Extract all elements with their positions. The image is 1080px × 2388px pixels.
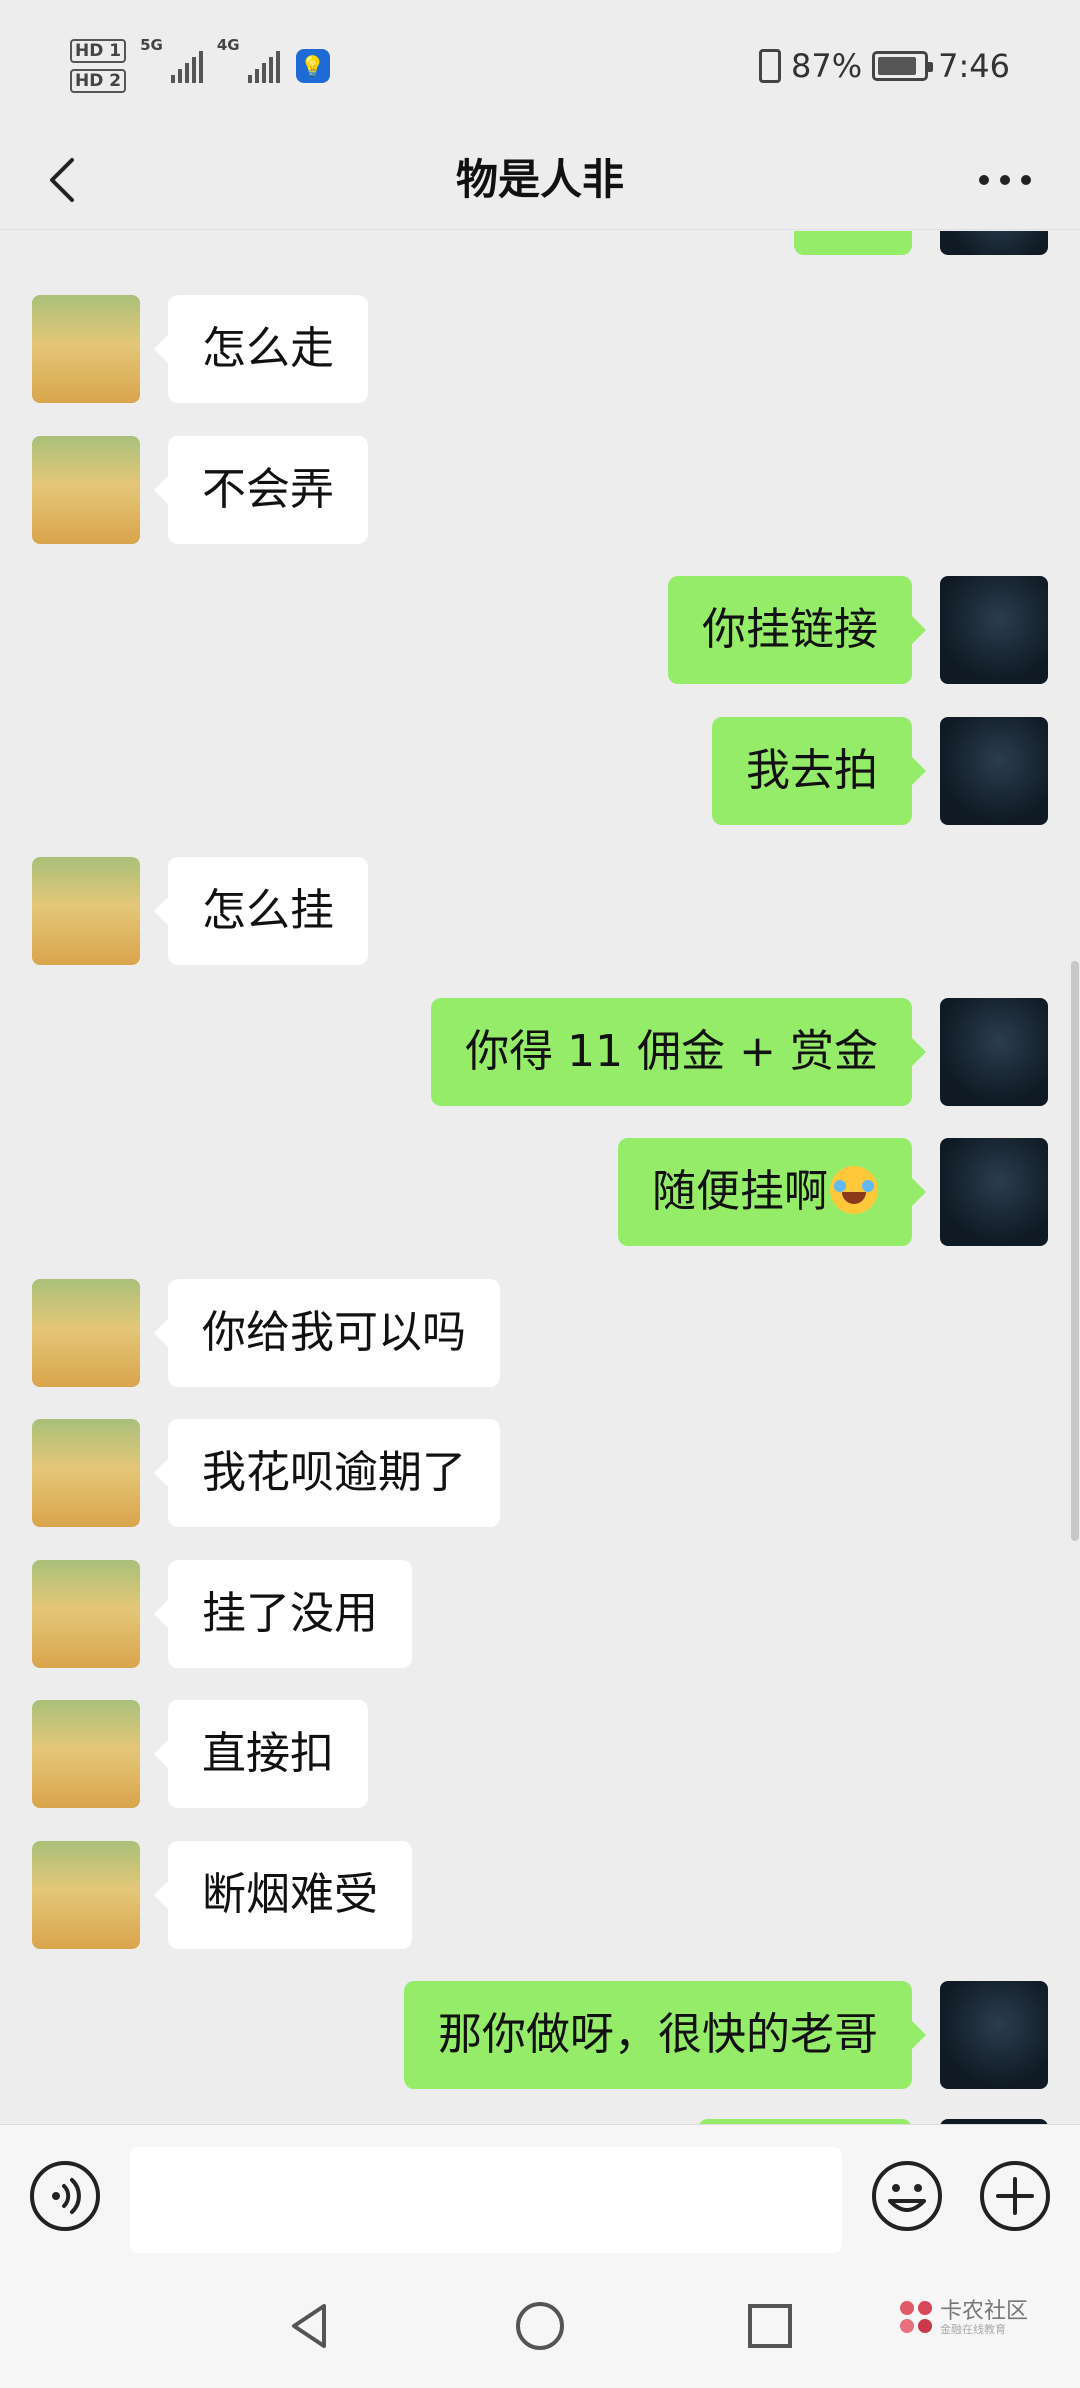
signal-1-icon <box>170 49 203 83</box>
message-text: 随便挂啊 <box>652 1166 828 1217</box>
self-avatar[interactable] <box>940 1138 1048 1246</box>
contact-avatar[interactable] <box>32 1700 140 1808</box>
message-text: 我花呗逾期了 <box>202 1447 466 1498</box>
lightbulb-icon: 💡 <box>295 49 330 83</box>
self-avatar[interactable] <box>940 997 1048 1106</box>
message-bubble[interactable]: 挂了没用 <box>154 1559 412 1668</box>
contact-avatar[interactable] <box>32 1559 140 1668</box>
self-avatar[interactable] <box>940 716 1048 825</box>
message-bubble[interactable]: 我去拍 <box>712 716 926 825</box>
watermark: 卡农社区 金融在线教育 <box>900 2299 1029 2337</box>
clock: 7:46 <box>938 47 1010 85</box>
message-bubble[interactable]: 直接扣 <box>154 1700 368 1808</box>
message-bubble[interactable]: 怎么走 <box>154 295 368 403</box>
voice-icon[interactable] <box>28 2159 102 2233</box>
sent-message: 你挂链接 <box>0 576 1080 684</box>
sent-message: 那你做呀，很快的老哥 <box>0 1981 1080 2089</box>
message-text: 怎么挂 <box>202 885 334 936</box>
received-message: 怎么走 <box>0 295 1080 403</box>
contact-avatar[interactable] <box>32 435 140 544</box>
message-text: 断烟难受 <box>202 1868 378 1920</box>
received-message: 断烟难受 <box>0 1840 1080 1949</box>
message-bubble[interactable]: 随便挂啊 <box>618 1138 926 1246</box>
message-text: 你得 11 佣金 + 赏金 <box>465 1025 878 1077</box>
message-text: 我去拍 <box>746 744 878 796</box>
watermark-subtitle: 金融在线教育 <box>940 2323 1006 2337</box>
message-input[interactable] <box>130 2147 842 2253</box>
network-type-2: 4G <box>216 36 240 54</box>
signal-2-icon <box>247 49 280 83</box>
received-message: 挂了没用 <box>0 1559 1080 1668</box>
message-bubble[interactable]: 我花呗逾期了 <box>154 1419 500 1527</box>
network-type-1: 5G <box>140 36 163 54</box>
message-bubble[interactable]: 怎么挂 <box>154 857 368 965</box>
message-bubble[interactable]: 你得 11 佣金 + 赏金 <box>431 997 926 1106</box>
battery-fill <box>878 57 917 75</box>
message-bubble[interactable]: 你挂链接 <box>668 576 926 684</box>
scrollbar-thumb[interactable] <box>1071 961 1079 1541</box>
laughing-crying-emoji-icon <box>830 1166 878 1214</box>
hd-indicators: HD 1 HD 2 <box>70 39 127 93</box>
hd2-icon: HD 2 <box>70 69 127 93</box>
chat-title: 物是人非 <box>455 155 624 204</box>
message-text: 直接扣 <box>202 1728 334 1779</box>
received-message: 你给我可以吗 <box>0 1278 1080 1387</box>
message-text: 你挂链接 <box>702 604 878 655</box>
battery-percent: 87% <box>791 47 863 85</box>
self-avatar[interactable] <box>940 576 1048 684</box>
message-bubble[interactable]: 不会弄 <box>154 435 368 544</box>
more-horizontal-icon[interactable] <box>970 150 1040 210</box>
watermark-title: 卡农社区 <box>940 2299 1029 2324</box>
received-message: 直接扣 <box>0 1700 1080 1808</box>
message-text: 怎么走 <box>202 323 334 374</box>
sent-message: 你得 11 佣金 + 赏金 <box>0 997 1080 1106</box>
contact-avatar[interactable] <box>32 295 140 403</box>
received-message: 我花呗逾期了 <box>0 1419 1080 1527</box>
received-message: 不会弄 <box>0 435 1080 544</box>
vibrate-icon <box>759 49 782 83</box>
message-bubble[interactable]: 断烟难受 <box>154 1840 412 1949</box>
self-avatar <box>940 231 1048 255</box>
system-nav-bar: 卡农社区 金融在线教育 <box>0 2264 1080 2388</box>
received-message: 怎么挂 <box>0 857 1080 965</box>
contact-avatar[interactable] <box>32 1278 140 1387</box>
sent-message: 随便挂啊 <box>0 1138 1080 1246</box>
message-bubble[interactable]: 那你做呀，很快的老哥 <box>404 1981 926 2089</box>
status-bar: HD 1 HD 2 5G 4G 💡 87% 7:46 <box>0 0 1080 130</box>
emoji-icon[interactable] <box>870 2159 944 2233</box>
watermark-logo-icon <box>900 2301 934 2335</box>
sent-message: 我去拍 <box>0 716 1080 825</box>
contact-avatar[interactable] <box>32 857 140 965</box>
message-text: 不会弄 <box>202 463 334 515</box>
chat-header: 物是人非 <box>0 130 1080 230</box>
contact-avatar[interactable] <box>32 1840 140 1949</box>
message-text: 那你做呀，很快的老哥 <box>438 2009 878 2060</box>
message-list[interactable]: 怎么走不会弄你挂链接我去拍怎么挂你得 11 佣金 + 赏金随便挂啊你给我可以吗我… <box>0 231 1080 2124</box>
square-recent-icon[interactable] <box>740 2296 800 2356</box>
self-avatar[interactable] <box>940 1981 1048 2089</box>
plus-icon[interactable] <box>978 2159 1052 2233</box>
hd1-icon: HD 1 <box>70 39 127 63</box>
message-text: 挂了没用 <box>202 1587 378 1639</box>
status-left: HD 1 HD 2 5G 4G 💡 <box>70 36 330 96</box>
message-bubble[interactable]: 你给我可以吗 <box>154 1278 500 1387</box>
status-right: 87% 7:46 <box>759 44 1010 88</box>
circle-home-icon[interactable] <box>510 2296 570 2356</box>
message-text: 你给我可以吗 <box>202 1306 466 1358</box>
partial-sent-bubble <box>794 231 912 255</box>
triangle-back-icon[interactable] <box>280 2296 340 2356</box>
battery-icon <box>872 51 934 81</box>
input-bar <box>0 2124 1080 2264</box>
contact-avatar[interactable] <box>32 1419 140 1527</box>
